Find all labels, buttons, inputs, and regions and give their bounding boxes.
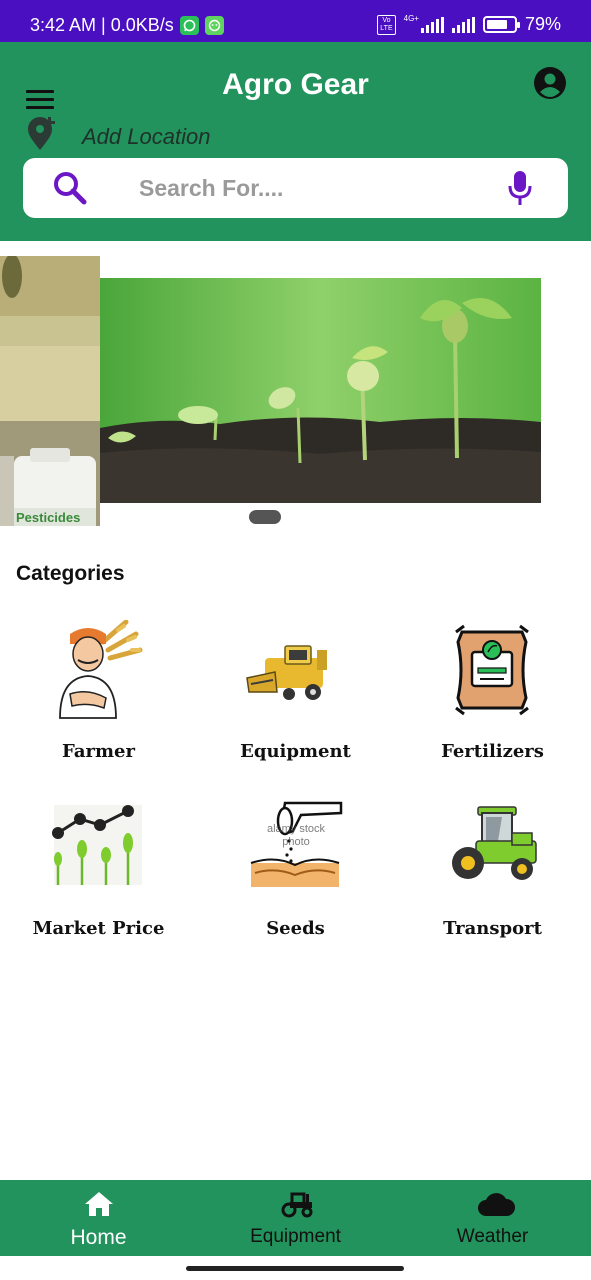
category-label: Fertilizers	[441, 741, 544, 762]
add-location-icon[interactable]	[26, 116, 58, 152]
banner-carousel[interactable]: Pesticides	[0, 256, 591, 526]
category-farmer[interactable]: Farmer	[0, 620, 197, 795]
category-label: Farmer	[62, 741, 135, 762]
search-icon[interactable]	[53, 171, 87, 205]
category-transport[interactable]: Transport	[394, 797, 591, 972]
search-bar[interactable]	[23, 158, 568, 218]
market-price-chart-icon	[52, 805, 142, 885]
home-icon	[85, 1192, 113, 1216]
seeds-watermark: alamy stock photo	[266, 823, 326, 848]
categories-title: Categories	[16, 562, 125, 585]
nav-weather-label: Weather	[456, 1226, 529, 1247]
signal-icon	[420, 16, 444, 33]
add-location-label[interactable]: Add Location	[82, 124, 210, 150]
banner-side-text: Pesticides	[16, 510, 81, 525]
app-title: Agro Gear	[222, 68, 369, 101]
status-bar: 3:42 AM | 0.0KB/s Vo LTE 4G+ 79%	[0, 0, 591, 42]
nav-equipment-label: Equipment	[250, 1226, 341, 1247]
category-label: Transport	[443, 918, 542, 939]
messenger-icon	[204, 16, 224, 35]
tractor-icon	[281, 1192, 313, 1218]
category-market-price[interactable]: Market Price	[0, 797, 197, 972]
category-seeds[interactable]: alamy stock photo Seeds	[197, 797, 394, 972]
carousel-indicator[interactable]	[249, 510, 281, 524]
nav-home[interactable]: Home	[0, 1180, 197, 1256]
fertilizer-bag-icon	[455, 624, 529, 716]
farmer-icon	[59, 620, 143, 719]
category-label: Seeds	[266, 918, 325, 939]
search-input[interactable]	[139, 158, 499, 218]
battery-icon	[482, 16, 520, 33]
network-type: 4G+	[403, 14, 419, 23]
account-icon[interactable]	[533, 66, 567, 100]
nav-equipment[interactable]: Equipment	[197, 1180, 394, 1256]
category-label: Market Price	[32, 918, 165, 939]
home-gesture-bar[interactable]	[186, 1266, 404, 1271]
banner-slide-pesticides[interactable]: Pesticides	[0, 256, 100, 526]
bottom-navigation: Home Equipment Weather	[0, 1180, 591, 1256]
status-time: 3:42 AM | 0.0KB/s	[30, 15, 174, 35]
category-fertilizers[interactable]: Fertilizers	[394, 620, 591, 795]
category-label: Equipment	[240, 741, 351, 762]
volte-icon: Vo LTE	[377, 14, 396, 35]
signal-icon-2	[451, 16, 475, 33]
nav-weather[interactable]: Weather	[394, 1180, 591, 1256]
nav-home-label: Home	[70, 1226, 127, 1249]
whatsapp-icon	[179, 16, 199, 35]
battery-level: 79%	[524, 14, 561, 34]
category-equipment[interactable]: Equipment	[197, 620, 394, 795]
banner-slide-seedlings[interactable]	[100, 278, 541, 503]
mic-icon[interactable]	[507, 170, 533, 206]
harvester-icon	[246, 645, 327, 700]
tractor-green-icon	[452, 806, 537, 880]
app-header: Agro Gear Add Location	[0, 42, 591, 241]
cloud-icon	[478, 1193, 515, 1216]
